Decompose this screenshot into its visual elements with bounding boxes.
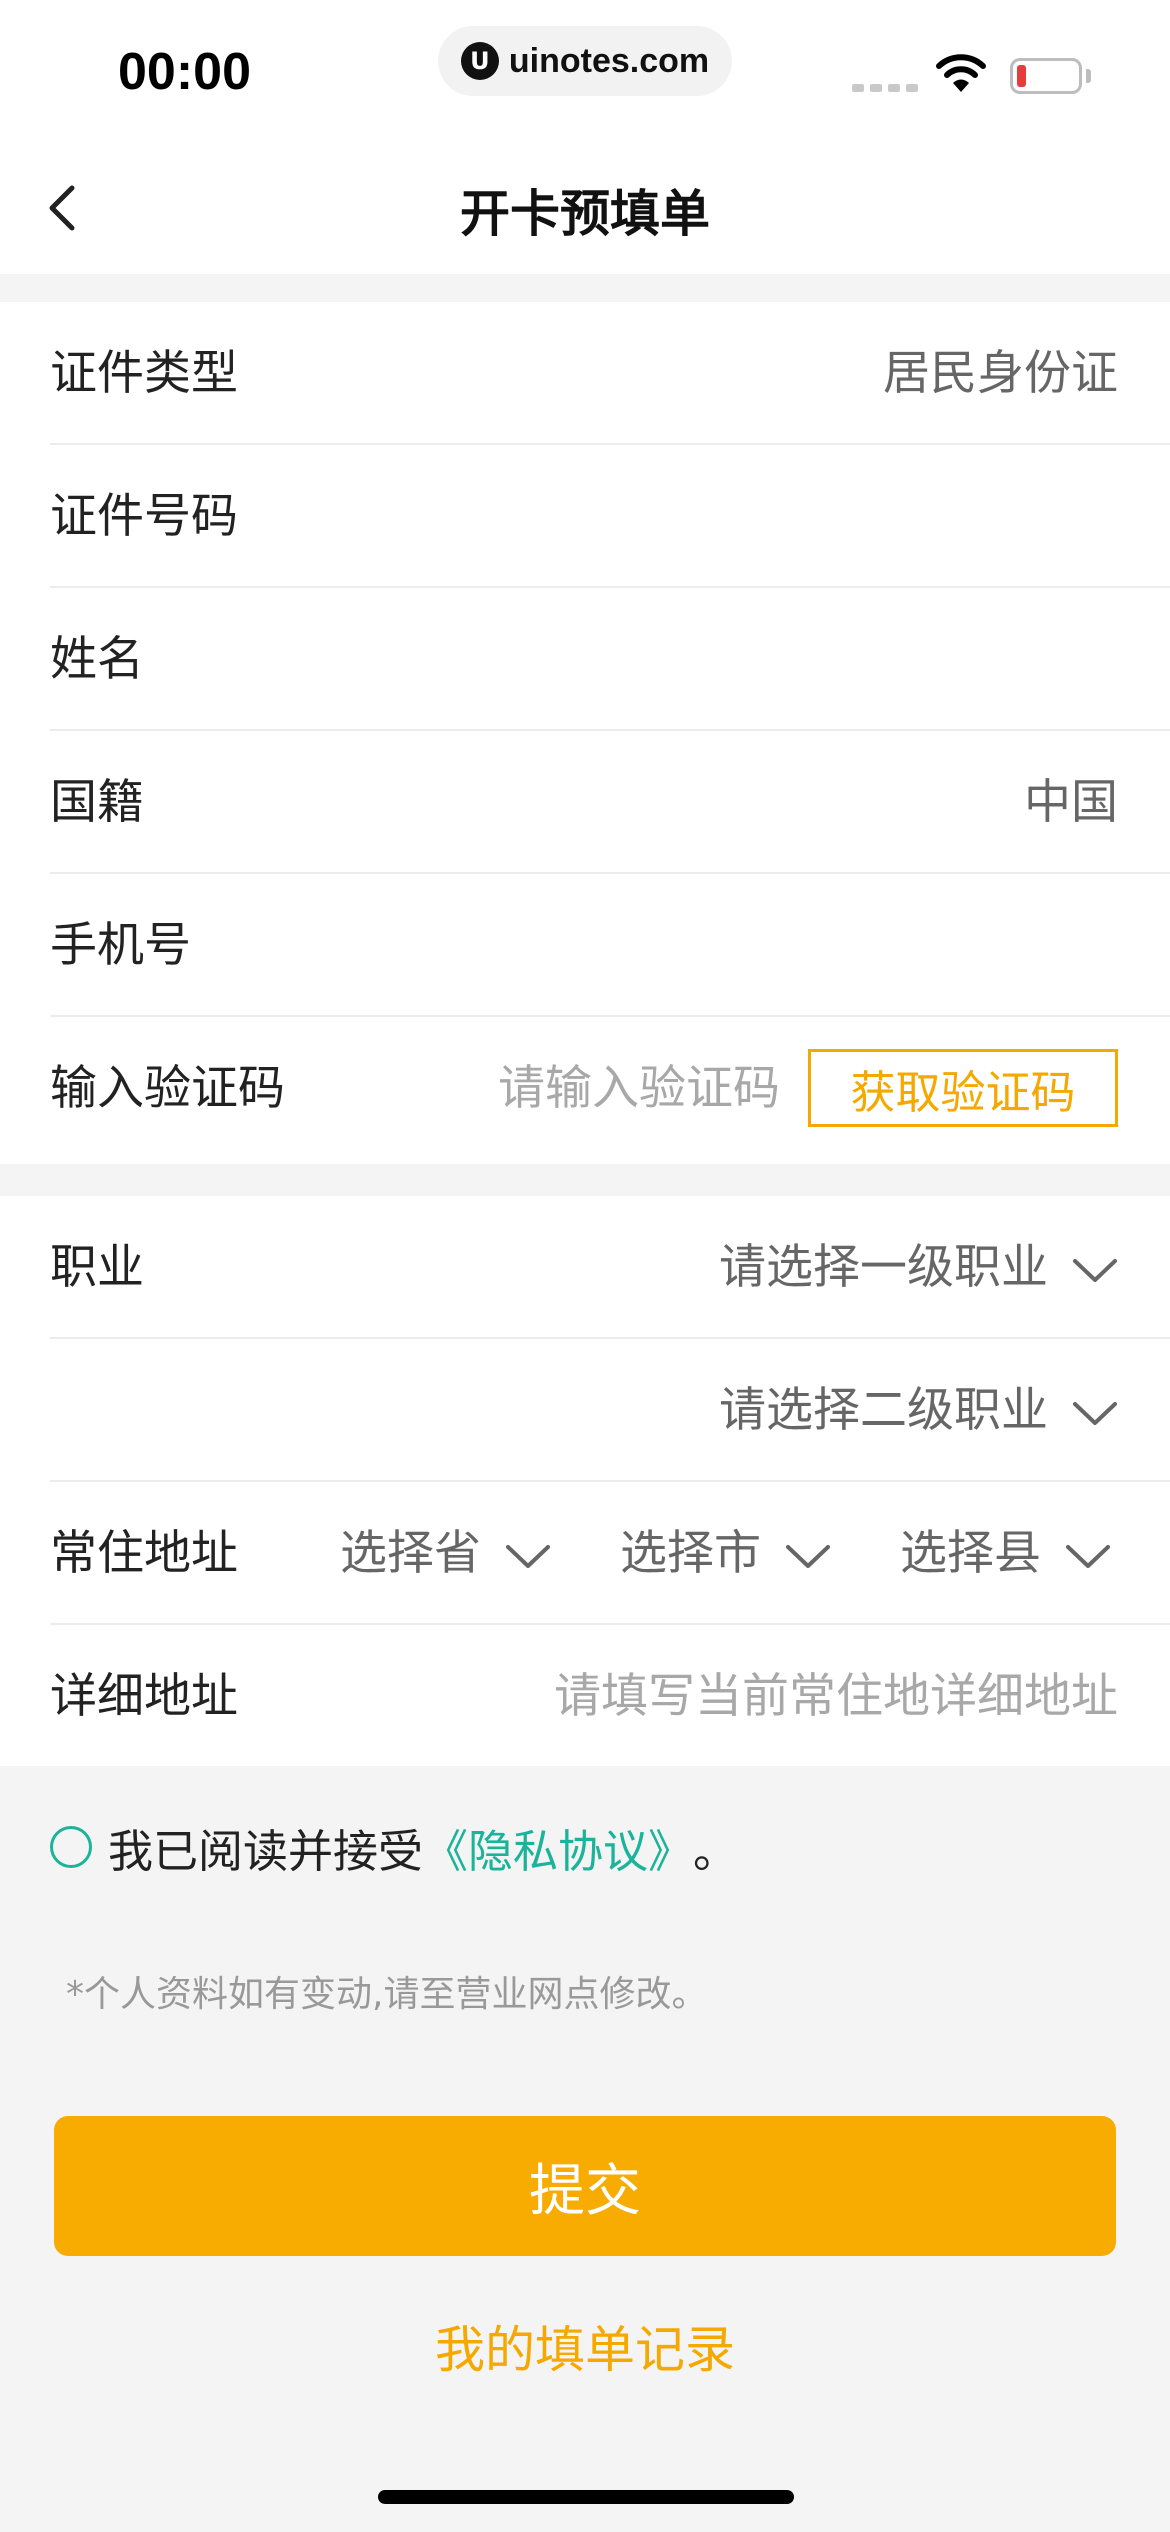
nationality-label: 国籍 bbox=[50, 775, 144, 830]
detail-address-row[interactable]: 详细地址 请填写当前常住地详细地址 bbox=[50, 1625, 1170, 1768]
address-row: 常住地址 选择省 选择市 选择县 bbox=[50, 1482, 1170, 1625]
agree-suffix: 。 bbox=[693, 1824, 739, 1878]
province-text: 选择省 bbox=[340, 1526, 481, 1581]
identity-section: 证件类型 居民身份证 证件号码 姓名 国籍 中国 手机号 输入验证码 请输入验证… bbox=[0, 302, 1170, 1164]
privacy-link[interactable]: 《隐私协议》 bbox=[423, 1815, 693, 1880]
agreement: 我已阅读并接受 《隐私协议》 。 bbox=[50, 1815, 738, 1879]
city-select[interactable]: 选择市 bbox=[620, 1482, 831, 1625]
chevron-down-icon bbox=[786, 1544, 830, 1568]
verify-label: 输入验证码 bbox=[50, 1061, 285, 1116]
id-type-label: 证件类型 bbox=[50, 346, 238, 401]
notice-text: *个人资料如有变动,请至营业网点修改。 bbox=[66, 1974, 708, 2015]
nationality-value: 中国 bbox=[1024, 775, 1118, 830]
detail-address-input[interactable]: 请填写当前常住地详细地址 bbox=[554, 1625, 1118, 1768]
get-code-button[interactable]: 获取验证码 bbox=[808, 1049, 1118, 1127]
address-label: 常住地址 bbox=[50, 1526, 238, 1581]
province-select[interactable]: 选择省 bbox=[340, 1482, 551, 1625]
county-text: 选择县 bbox=[900, 1526, 1041, 1581]
agree-text: 我已阅读并接受 bbox=[108, 1824, 424, 1878]
phone-label: 手机号 bbox=[50, 918, 191, 973]
id-number-row[interactable]: 证件号码 bbox=[50, 445, 1170, 588]
occupation-level1-text: 请选择一级职业 bbox=[719, 1240, 1048, 1295]
nav-bar: 开卡预填单 bbox=[0, 136, 1170, 274]
submit-button[interactable]: 提交 bbox=[54, 2116, 1116, 2256]
occupation-level2-row[interactable]: 请选择二级职业 bbox=[50, 1339, 1170, 1482]
status-time: 00:00 bbox=[118, 43, 251, 101]
battery-cap bbox=[1086, 69, 1091, 83]
verify-row: 输入验证码 请输入验证码 获取验证码 bbox=[50, 1017, 1170, 1160]
occupation-row[interactable]: 职业 请选择一级职业 bbox=[50, 1196, 1170, 1339]
url-pill[interactable]: U uinotes.com bbox=[438, 26, 732, 96]
detail-address-label: 详细地址 bbox=[50, 1669, 238, 1724]
cellular-signal-icon bbox=[852, 84, 918, 92]
id-type-value: 居民身份证 bbox=[883, 346, 1118, 401]
battery-icon bbox=[1010, 58, 1082, 94]
name-row[interactable]: 姓名 bbox=[50, 588, 1170, 731]
nationality-row[interactable]: 国籍 中国 bbox=[50, 731, 1170, 874]
url-text: uinotes.com bbox=[508, 41, 710, 80]
id-number-label: 证件号码 bbox=[50, 489, 238, 544]
agree-radio[interactable] bbox=[50, 1826, 92, 1868]
chevron-down-icon bbox=[1073, 1258, 1117, 1282]
chevron-down-icon bbox=[506, 1544, 550, 1568]
city-text: 选择市 bbox=[620, 1526, 761, 1581]
chevron-down-icon bbox=[1073, 1401, 1117, 1425]
wifi-icon bbox=[936, 54, 986, 92]
home-indicator bbox=[378, 2490, 794, 2504]
occupation-level2-select[interactable]: 请选择二级职业 bbox=[719, 1339, 1118, 1482]
id-type-row[interactable]: 证件类型 居民身份证 bbox=[50, 302, 1170, 445]
phone-row[interactable]: 手机号 bbox=[50, 874, 1170, 1017]
chevron-down-icon bbox=[1066, 1544, 1110, 1568]
county-select[interactable]: 选择县 bbox=[900, 1482, 1111, 1625]
occupation-address-section: 职业 请选择一级职业 请选择二级职业 常住地址 选择省 选择市 选择县 详细地址… bbox=[0, 1196, 1170, 1766]
page-title: 开卡预填单 bbox=[460, 185, 710, 243]
verify-code-input[interactable]: 请输入验证码 bbox=[498, 1017, 780, 1160]
name-label: 姓名 bbox=[50, 632, 144, 687]
site-logo-icon: U bbox=[460, 42, 499, 80]
status-bar: 00:00 U uinotes.com bbox=[0, 0, 1170, 136]
occupation-level2-text: 请选择二级职业 bbox=[719, 1383, 1048, 1438]
occupation-label: 职业 bbox=[50, 1240, 144, 1295]
occupation-level1-select[interactable]: 请选择一级职业 bbox=[719, 1196, 1118, 1339]
my-records-link[interactable]: 我的填单记录 bbox=[0, 2310, 1170, 2382]
